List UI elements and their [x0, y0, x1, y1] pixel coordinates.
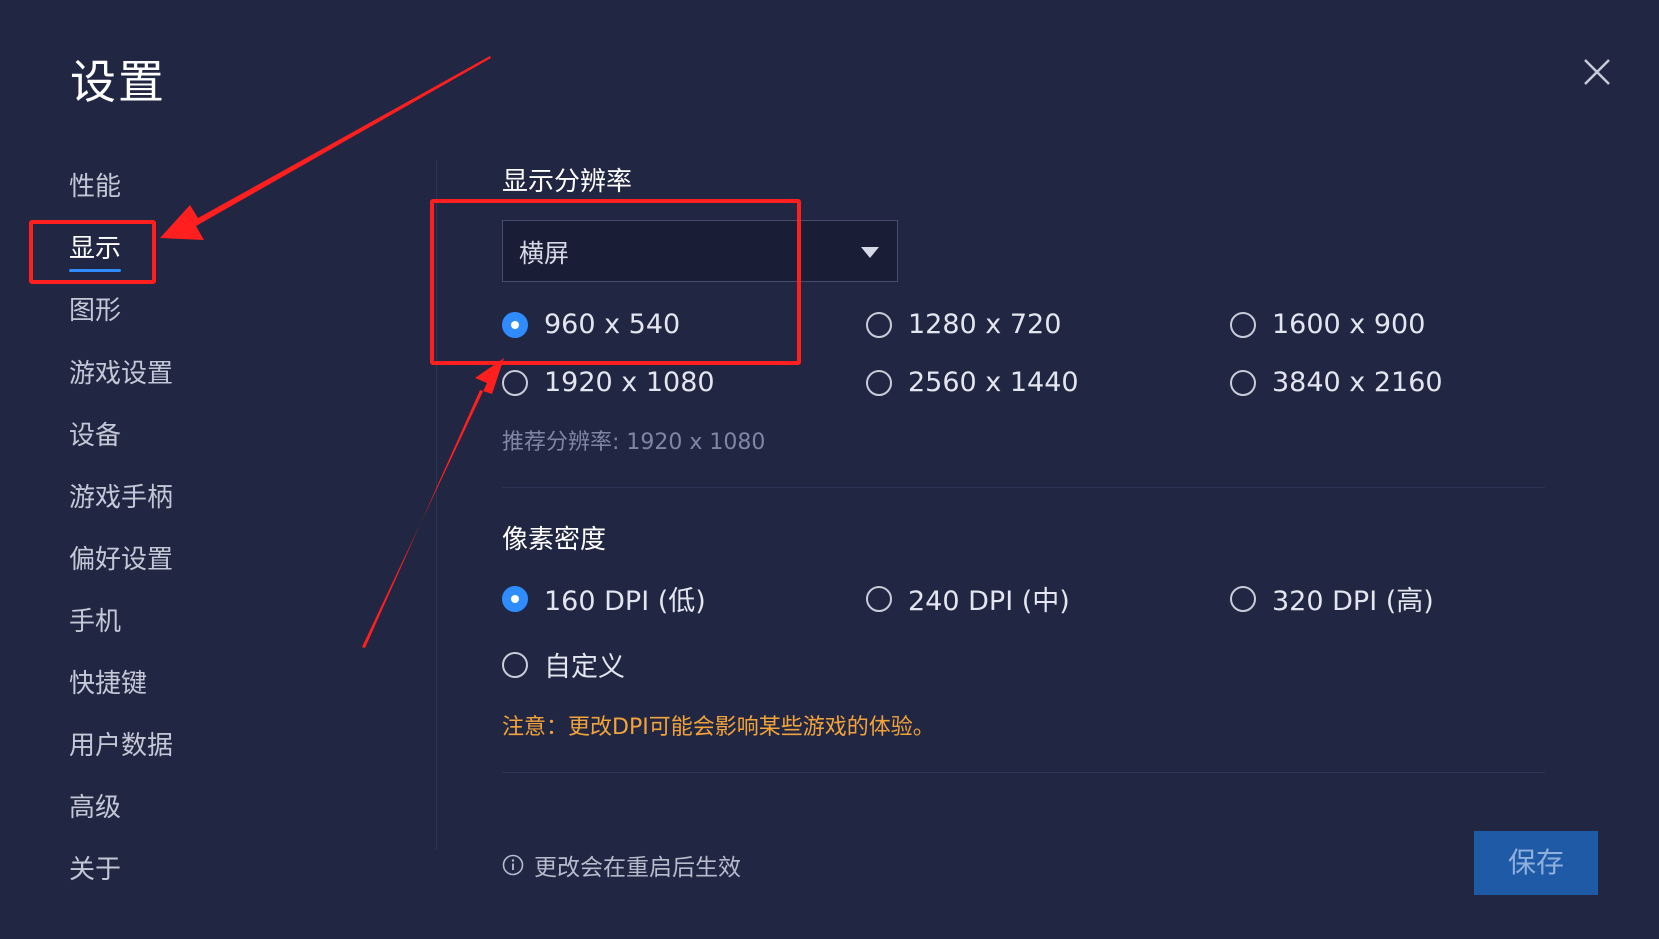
density-section-title: 像素密度 [502, 525, 607, 555]
radio-unchecked-icon [502, 369, 528, 396]
resolution-option-1920x1080[interactable]: 1920 x 1080 [502, 367, 715, 398]
sidebar-item-about[interactable]: 关于 [69, 853, 121, 887]
radio-label: 320 DPI (高) [1272, 586, 1434, 617]
radio-unchecked-icon [866, 585, 892, 612]
radio-label: 240 DPI (中) [908, 586, 1070, 617]
resolution-option-1280x720[interactable]: 1280 x 720 [866, 309, 1061, 340]
close-icon [1584, 59, 1610, 85]
radio-unchecked-icon [1230, 311, 1256, 338]
annotation-box-display [29, 220, 156, 284]
restart-note: 更改会在重启后生效 [502, 848, 741, 882]
sidebar-item-graphics[interactable]: 图形 [69, 294, 121, 328]
radio-unchecked-icon [1230, 369, 1256, 396]
page-title: 设置 [70, 55, 166, 109]
section-divider [502, 772, 1545, 773]
density-option-320[interactable]: 320 DPI (高) [1230, 579, 1434, 618]
annotation-arrows [160, 56, 504, 648]
radio-label: 3840 x 2160 [1272, 367, 1443, 398]
sidebar-item-performance[interactable]: 性能 [69, 170, 121, 204]
restart-note-text: 更改会在重启后生效 [534, 855, 741, 881]
annotation-box-resolution [430, 199, 801, 365]
radio-unchecked-icon [502, 651, 528, 678]
resolution-option-3840x2160[interactable]: 3840 x 2160 [1230, 367, 1443, 398]
info-icon [502, 854, 524, 876]
dpi-warning: 注意：更改DPI可能会影响某些游戏的体验。 [502, 715, 935, 740]
radio-checked-icon [502, 585, 528, 612]
sidebar-item-shortcuts[interactable]: 快捷键 [69, 667, 147, 701]
radio-unchecked-icon [1230, 585, 1256, 612]
radio-unchecked-icon [866, 369, 892, 396]
radio-label: 1600 x 900 [1272, 309, 1426, 340]
sidebar-item-phone[interactable]: 手机 [69, 605, 121, 639]
radio-label: 自定义 [544, 652, 625, 683]
sidebar-item-game-settings[interactable]: 游戏设置 [69, 357, 173, 391]
sidebar-item-advanced[interactable]: 高级 [69, 791, 121, 825]
resolution-option-2560x1440[interactable]: 2560 x 1440 [866, 367, 1079, 398]
sidebar-item-device[interactable]: 设备 [69, 419, 121, 453]
close-button[interactable] [1577, 52, 1617, 92]
sidebar-item-preferences[interactable]: 偏好设置 [69, 543, 173, 577]
caret-down-icon [861, 247, 879, 258]
sidebar-item-user-data[interactable]: 用户数据 [69, 729, 173, 763]
density-option-240[interactable]: 240 DPI (中) [866, 579, 1070, 618]
save-button[interactable]: 保存 [1474, 831, 1598, 895]
resolution-option-1600x900[interactable]: 1600 x 900 [1230, 309, 1425, 340]
radio-label: 1920 x 1080 [544, 367, 715, 398]
recommended-resolution: 推荐分辨率: 1920 x 1080 [502, 430, 766, 455]
radio-label: 160 DPI (低) [544, 586, 706, 617]
radio-label: 1280 x 720 [908, 309, 1062, 340]
density-option-160[interactable]: 160 DPI (低) [502, 579, 706, 618]
section-divider [502, 487, 1545, 488]
density-option-custom[interactable]: 自定义 [502, 645, 625, 684]
resolution-section-title: 显示分辨率 [502, 167, 633, 197]
radio-label: 2560 x 1440 [908, 367, 1079, 398]
annotation-arrow-to-resolution [362, 358, 504, 648]
sidebar-item-gamepad[interactable]: 游戏手柄 [69, 481, 173, 515]
radio-unchecked-icon [866, 311, 892, 338]
